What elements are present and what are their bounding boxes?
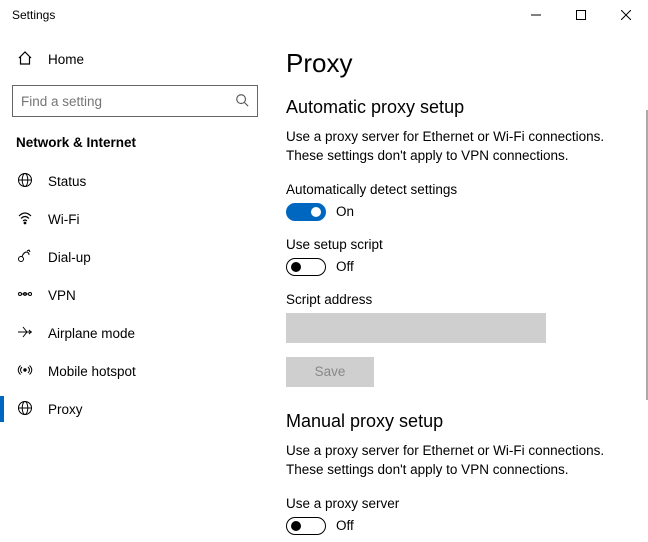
sidebar-section-label: Network & Internet <box>10 131 260 162</box>
auto-section-heading: Automatic proxy setup <box>286 97 634 118</box>
save-button[interactable]: Save <box>286 357 374 387</box>
sidebar-item-vpn[interactable]: VPN <box>10 276 260 314</box>
detect-settings-toggle[interactable] <box>286 203 326 221</box>
hotspot-icon <box>16 362 34 381</box>
search-box[interactable] <box>12 85 258 117</box>
home-icon <box>16 50 34 69</box>
setup-script-state: Off <box>336 259 354 274</box>
sidebar-item-label: Proxy <box>48 402 83 417</box>
sidebar-item-status[interactable]: Status <box>10 162 260 200</box>
home-nav[interactable]: Home <box>10 42 260 77</box>
sidebar-nav: Status Wi-Fi Dial-up <box>10 162 260 428</box>
sidebar-item-label: Wi-Fi <box>48 212 79 227</box>
vpn-icon <box>16 286 34 305</box>
sidebar-item-label: Airplane mode <box>48 326 135 341</box>
setup-script-label: Use setup script <box>286 237 634 252</box>
dialup-icon <box>16 248 34 267</box>
sidebar-item-dialup[interactable]: Dial-up <box>10 238 260 276</box>
script-address-label: Script address <box>286 292 634 307</box>
script-address-input[interactable] <box>286 313 546 343</box>
use-proxy-state: Off <box>336 518 354 533</box>
window-title: Settings <box>12 8 55 22</box>
manual-section-description: Use a proxy server for Ethernet or Wi-Fi… <box>286 442 634 480</box>
wifi-icon <box>16 210 34 229</box>
sidebar-item-label: Dial-up <box>48 250 91 265</box>
airplane-icon <box>16 324 34 343</box>
maximize-button[interactable] <box>558 0 603 30</box>
detect-settings-label: Automatically detect settings <box>286 182 634 197</box>
titlebar: Settings <box>0 0 648 30</box>
page-title: Proxy <box>286 48 634 79</box>
use-proxy-toggle[interactable] <box>286 517 326 535</box>
sidebar: Home Network & Internet Status <box>0 30 270 542</box>
search-icon <box>235 93 249 110</box>
sidebar-item-hotspot[interactable]: Mobile hotspot <box>10 352 260 390</box>
sidebar-item-proxy[interactable]: Proxy <box>10 390 260 428</box>
content-pane: Proxy Automatic proxy setup Use a proxy … <box>270 30 648 542</box>
sidebar-item-wifi[interactable]: Wi-Fi <box>10 200 260 238</box>
setup-script-toggle[interactable] <box>286 258 326 276</box>
sidebar-item-label: Status <box>48 174 86 189</box>
minimize-button[interactable] <box>513 0 558 30</box>
use-proxy-label: Use a proxy server <box>286 496 634 511</box>
manual-section-heading: Manual proxy setup <box>286 411 634 432</box>
detect-settings-state: On <box>336 204 354 219</box>
globe-icon <box>16 172 34 191</box>
globe-icon <box>16 400 34 419</box>
search-input[interactable] <box>21 94 235 109</box>
close-button[interactable] <box>603 0 648 30</box>
home-label: Home <box>48 52 84 67</box>
auto-section-description: Use a proxy server for Ethernet or Wi-Fi… <box>286 128 634 166</box>
sidebar-item-label: VPN <box>48 288 76 303</box>
sidebar-item-label: Mobile hotspot <box>48 364 136 379</box>
sidebar-item-airplane[interactable]: Airplane mode <box>10 314 260 352</box>
